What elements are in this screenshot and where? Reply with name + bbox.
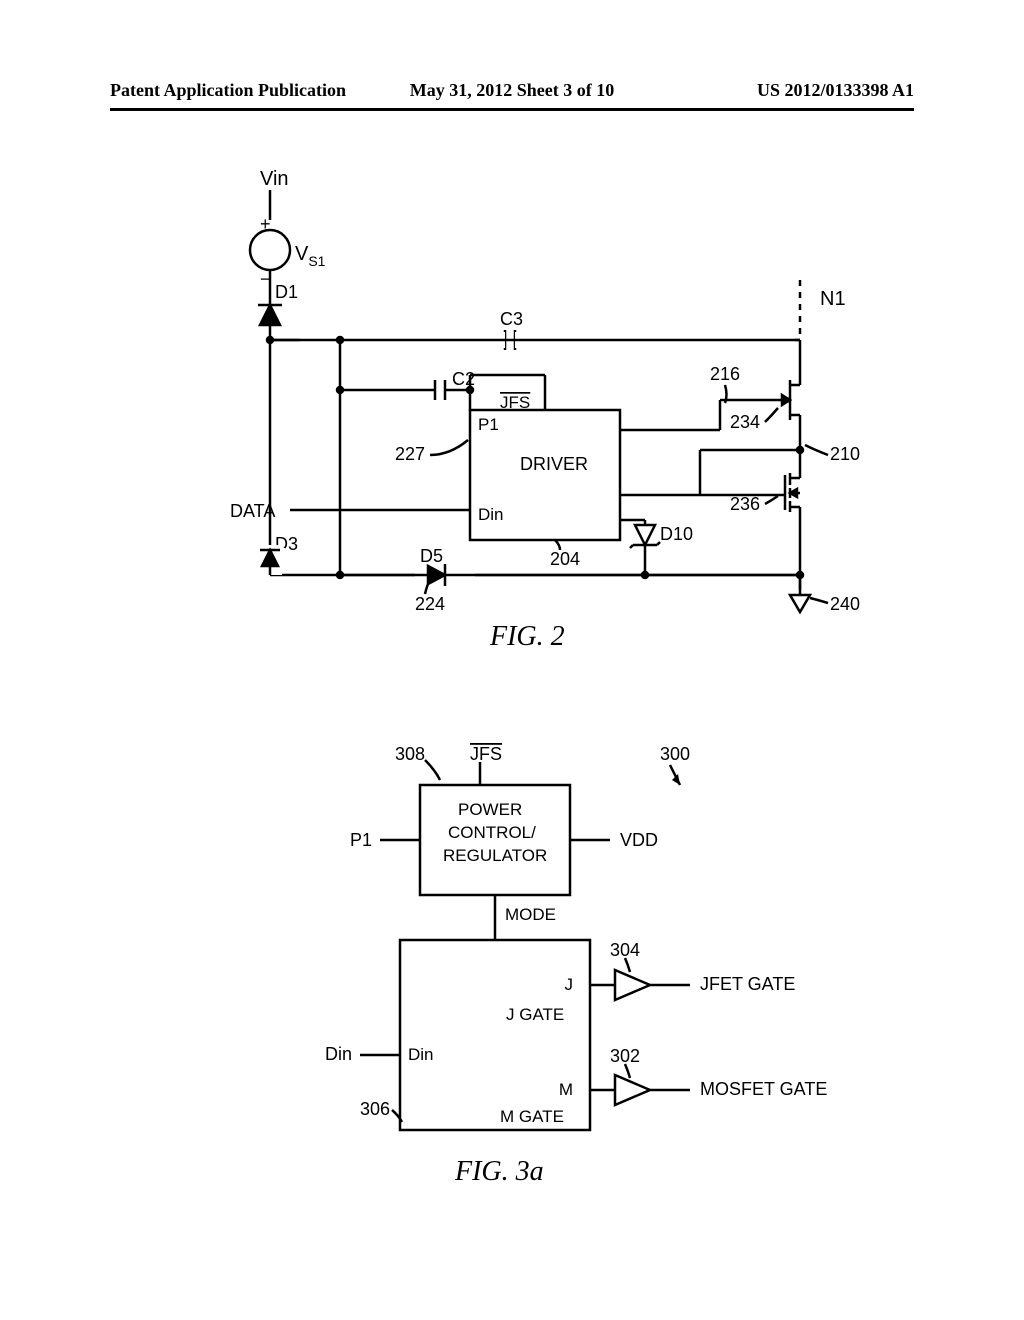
label-c2: C2 (452, 369, 475, 389)
label-m: M (559, 1080, 573, 1099)
header-center: May 31, 2012 Sheet 3 of 10 (410, 80, 614, 101)
label-vin: Vin (260, 168, 289, 190)
label-din-port: Din (478, 505, 504, 524)
label-jgate-port: J GATE (506, 1005, 564, 1024)
label-n1: N1 (820, 288, 846, 310)
label-224: 224 (415, 594, 445, 614)
fig2-caption: FIG. 2 (489, 621, 565, 650)
buffer-m-icon (615, 1075, 650, 1105)
buffer-j-icon (615, 970, 650, 1000)
label-pcr2: CONTROL/ (448, 823, 536, 842)
header-right: US 2012/0133398 A1 (757, 80, 914, 101)
label-mosfet-gate: MOSFET GATE (700, 1079, 827, 1099)
header-left: Patent Application Publication (110, 80, 346, 101)
label-din-port-3a: Din (408, 1045, 434, 1064)
label-j: J (565, 975, 574, 994)
label-210: 210 (830, 444, 860, 464)
label-306: 306 (360, 1099, 390, 1119)
label-driver: DRIVER (520, 454, 588, 474)
label-d1: D1 (275, 282, 298, 302)
diode-d1-icon (258, 305, 282, 325)
label-308: 308 (395, 744, 425, 764)
label-vdd: VDD (620, 830, 658, 850)
figure-3a: 308 JFS 300 POWER CONTROL/ REGULATOR P1 … (0, 700, 1024, 1220)
label-304: 304 (610, 940, 640, 960)
label-c3: C3 (500, 309, 523, 329)
mosfet-236-icon (780, 473, 800, 512)
label-jfs-3a: JFS (470, 744, 502, 764)
label-234: 234 (730, 412, 760, 432)
label-jfs: JFS (500, 393, 530, 412)
label-300: 300 (660, 744, 690, 764)
label-pcr1: POWER (458, 800, 522, 819)
label-236: 236 (730, 494, 760, 514)
label-204: 204 (550, 549, 580, 569)
label-p1-3a: P1 (350, 830, 372, 850)
jfet-234-icon (780, 380, 800, 420)
label-d5: D5 (420, 546, 443, 566)
label-vs1: VS1 (295, 243, 326, 269)
label-216: 216 (710, 364, 740, 384)
ground-icon (790, 595, 810, 612)
header-rule (110, 108, 914, 111)
label-240: 240 (830, 594, 860, 614)
label-d10: D10 (660, 524, 693, 544)
zener-d10-icon (630, 525, 660, 548)
figure-2: Vin + VS1 − D1 N1 (0, 150, 1024, 650)
capacitor-c2-icon (435, 380, 445, 400)
label-227: 227 (395, 444, 425, 464)
label-p1: P1 (478, 415, 499, 434)
label-302: 302 (610, 1046, 640, 1066)
label-din-3a: Din (325, 1044, 352, 1064)
label-pcr3: REGULATOR (443, 846, 547, 865)
label-jfet-gate: JFET GATE (700, 974, 795, 994)
label-data: DATA (230, 501, 275, 521)
fig3a-caption: FIG. 3a (454, 1156, 544, 1187)
label-mode: MODE (505, 905, 556, 924)
label-mgate-port: M GATE (500, 1107, 564, 1126)
